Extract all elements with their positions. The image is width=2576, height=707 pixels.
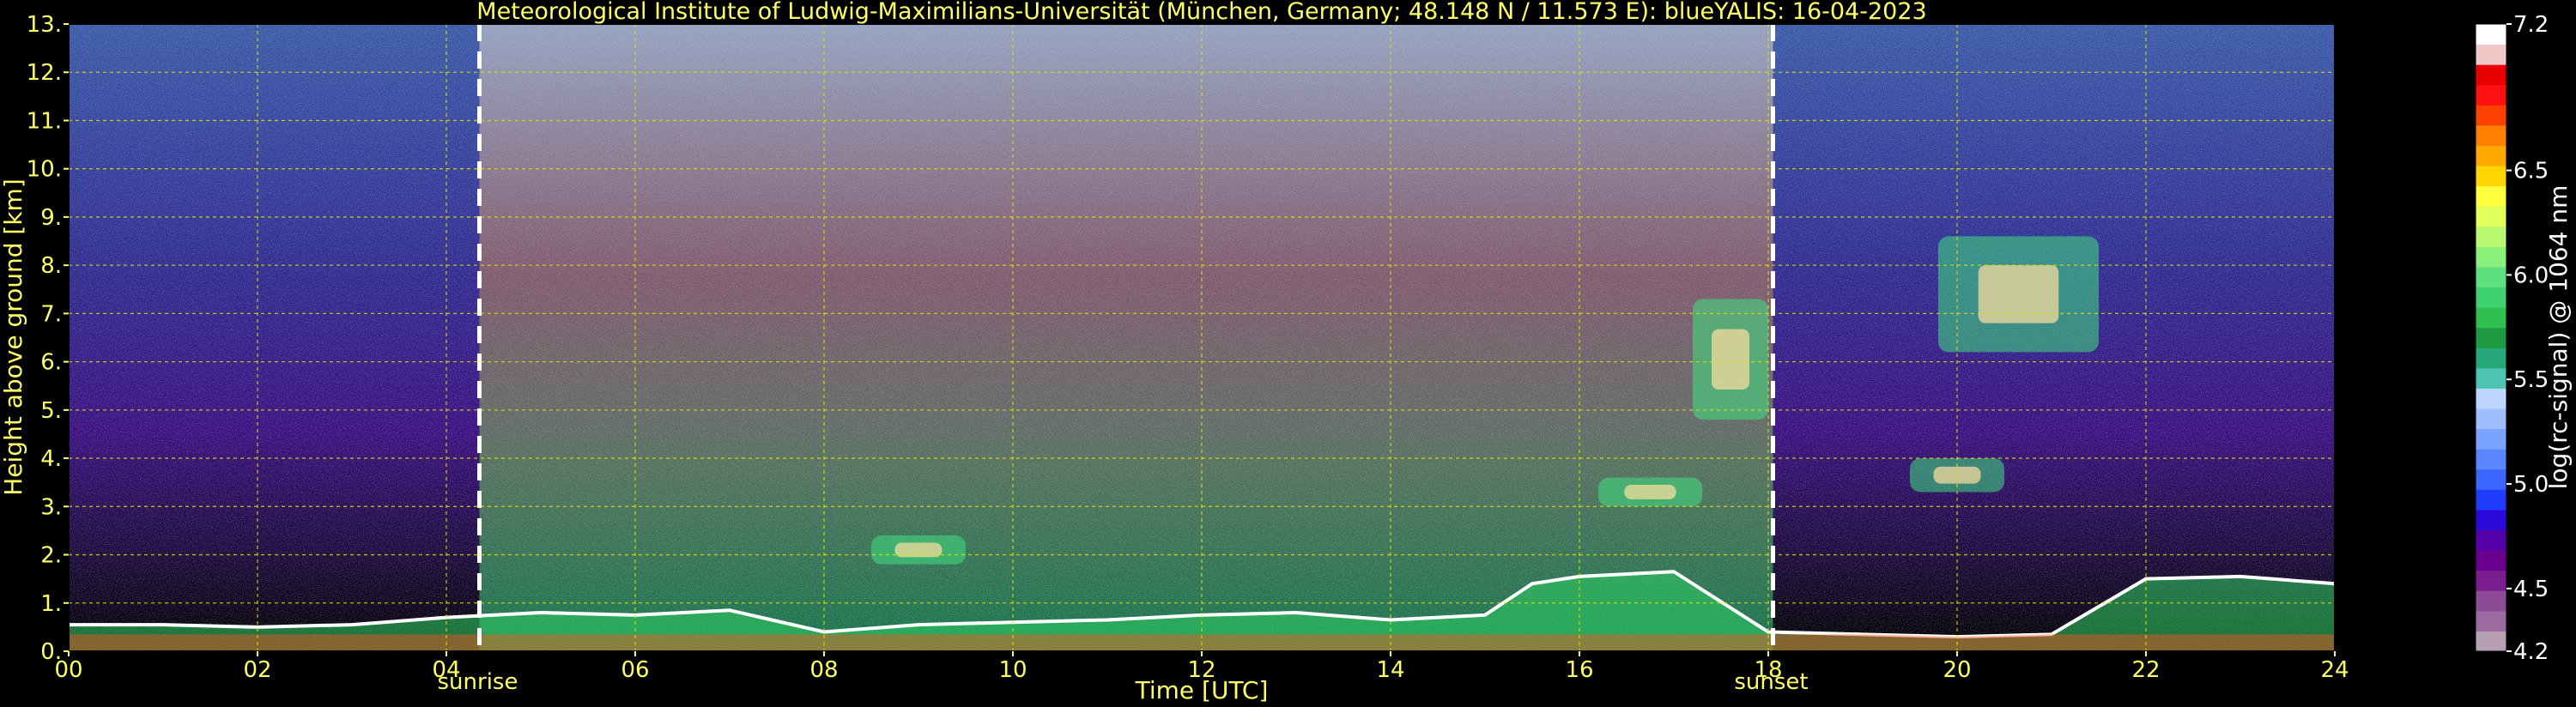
colorbar-tick-label: 7.2 [2513, 12, 2549, 38]
cloud-core [1624, 485, 1676, 499]
colorbar-segment [2476, 347, 2506, 369]
colorbar-segment [2476, 428, 2506, 450]
colorbar-segment [2476, 489, 2506, 511]
colorbar-segment [2476, 509, 2506, 531]
colorbar-segment [2476, 246, 2506, 268]
cloud-core [1978, 265, 2059, 323]
colorbar-segment [2476, 550, 2506, 571]
colorbar-segment [2476, 631, 2506, 652]
y-tick-label: 4. [40, 446, 62, 472]
colorbar-segment [2476, 44, 2506, 65]
colorbar-segment [2476, 590, 2506, 612]
x-tick-label: 06 [621, 657, 649, 683]
y-tick-label: 13. [27, 12, 62, 38]
x-tick-label: 22 [2131, 657, 2160, 683]
colorbar-segment [2476, 24, 2506, 45]
x-tick-label: 02 [243, 657, 271, 683]
colorbar-segment [2476, 64, 2506, 86]
colorbar-segment [2476, 468, 2506, 490]
y-tick-label: 1. [40, 591, 62, 617]
colorbar-segment [2476, 206, 2506, 227]
x-tick-label: 16 [1565, 657, 1593, 683]
lidar-chart: Meteorological Institute of Ludwig-Maxim… [0, 0, 2573, 704]
y-axis-label: Height above ground [km] [0, 178, 27, 496]
sunrise-label: sunrise [438, 669, 518, 695]
colorbar-segment [2476, 266, 2506, 288]
x-tick-label: 00 [54, 657, 82, 683]
y-tick-label: 2. [40, 543, 62, 569]
colorbar-segment [2476, 367, 2506, 389]
colorbar-tick-label: 6.5 [2513, 159, 2549, 184]
colorbar-segment [2476, 84, 2506, 106]
x-tick-label: 20 [1943, 657, 1971, 683]
colorbar-segment [2476, 166, 2506, 187]
colorbar-tick-label: 4.2 [2513, 639, 2549, 665]
colorbar-segment [2476, 570, 2506, 591]
x-tick-label: 08 [809, 657, 838, 683]
y-tick-label: 12. [27, 60, 62, 86]
colorbar [2475, 23, 2507, 652]
colorbar-segment [2476, 287, 2506, 308]
colorbar-segment [2476, 327, 2506, 348]
y-tick-label: 11. [27, 108, 62, 134]
y-tick-label: 9. [40, 205, 62, 231]
colorbar-segment [2476, 449, 2506, 470]
x-axis-label: Time [UTC] [1135, 676, 1269, 704]
colorbar-segment [2476, 307, 2506, 329]
colorbar-segment [2476, 185, 2506, 207]
y-tick-label: 7. [40, 301, 62, 327]
colorbar-segment [2476, 610, 2506, 631]
colorbar-segment [2476, 124, 2506, 146]
x-tick-label: 10 [998, 657, 1027, 683]
cloud-core [1933, 466, 1981, 484]
x-tick-label: 24 [2320, 657, 2349, 683]
colorbar-segment [2476, 529, 2506, 551]
y-tick-label: 3. [40, 494, 62, 520]
chart-title: Meteorological Institute of Ludwig-Maxim… [476, 0, 1926, 25]
y-tick-label: 5. [40, 398, 62, 424]
sunset-label: sunset [1734, 669, 1808, 695]
colorbar-segment [2476, 388, 2506, 409]
colorbar-segment [2476, 408, 2506, 430]
colorbar-segment [2476, 145, 2506, 166]
plot-area [68, 23, 2336, 652]
y-tick-label: 8. [40, 253, 62, 279]
y-tick-label: 10. [27, 157, 62, 183]
colorbar-tick-label: 4.5 [2513, 577, 2549, 602]
cloud-core [1712, 329, 1749, 390]
x-tick-label: 14 [1376, 657, 1404, 683]
colorbar-label: log(rc-signal) @ 1064 nm [2544, 185, 2573, 490]
y-tick-label: 6. [40, 350, 62, 376]
colorbar-segment [2476, 226, 2506, 247]
colorbar-segment [2476, 105, 2506, 126]
